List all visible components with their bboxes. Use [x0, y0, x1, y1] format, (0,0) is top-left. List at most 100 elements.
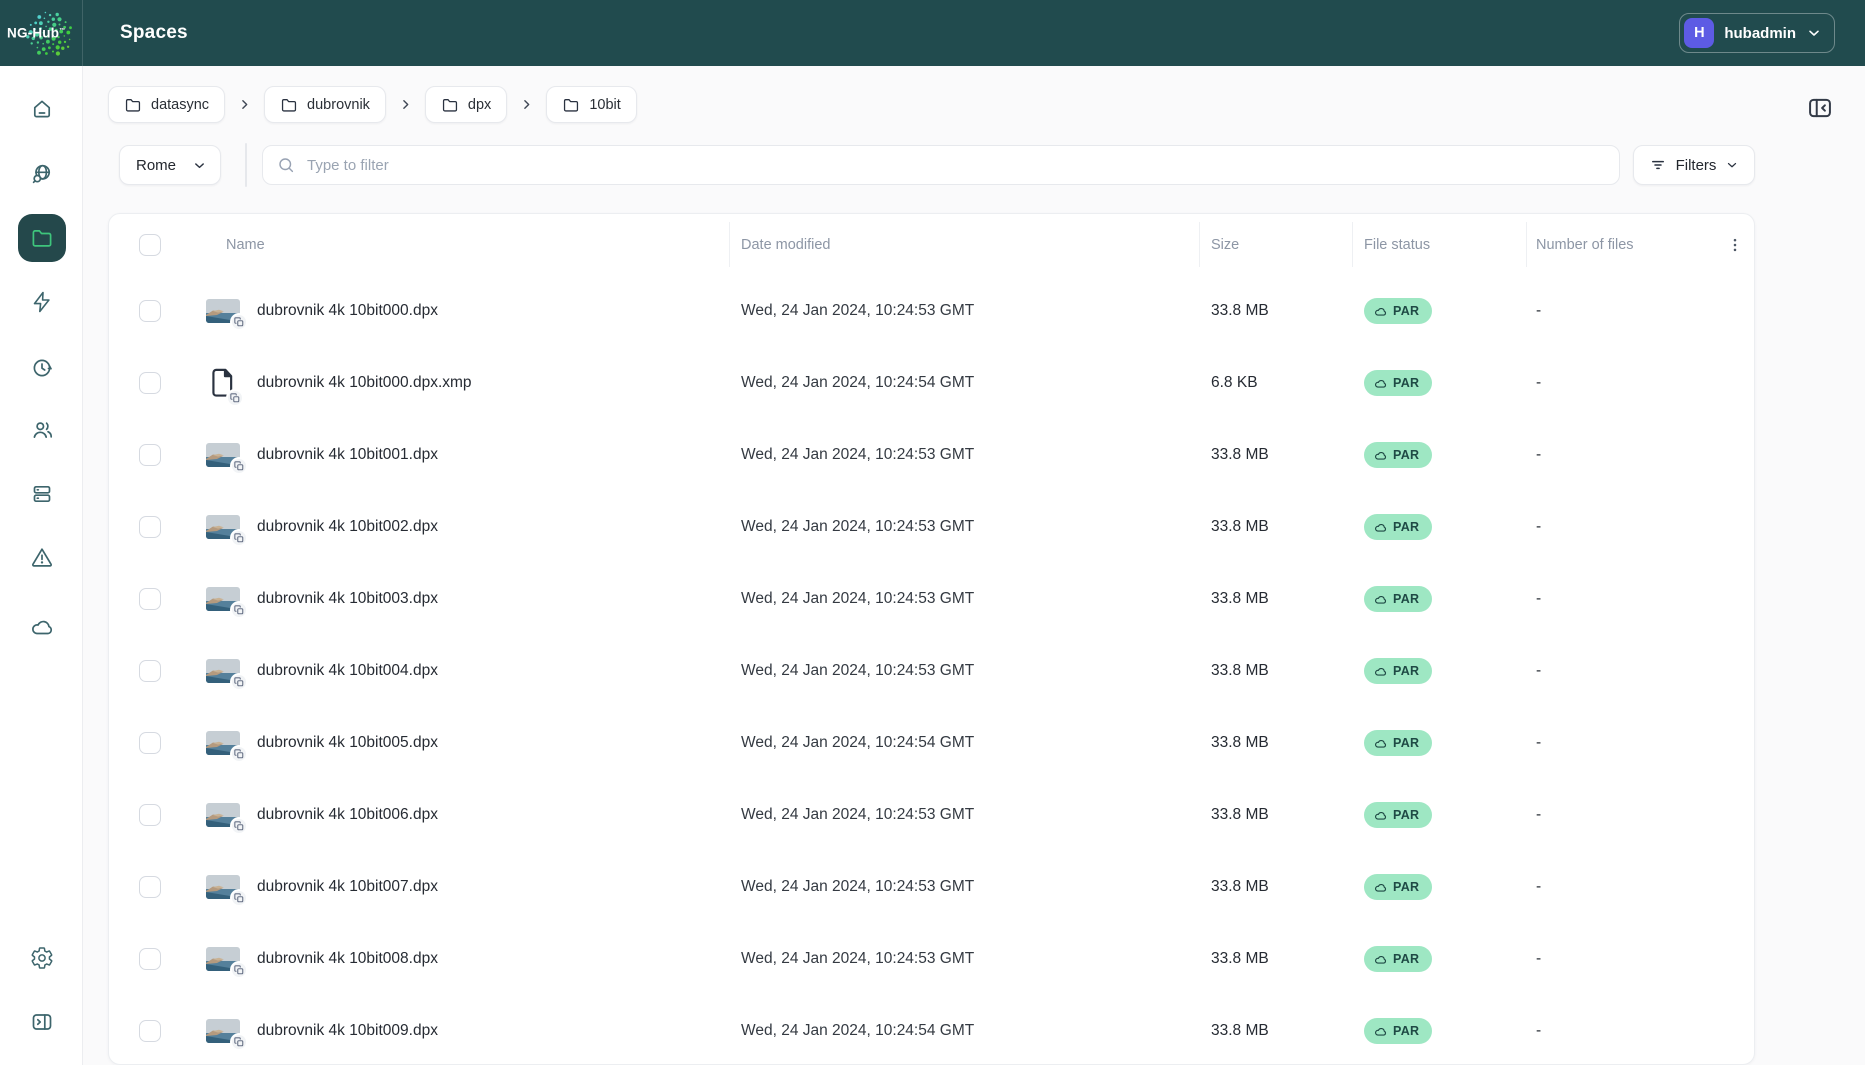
row-checkbox[interactable] [139, 444, 161, 466]
file-name[interactable]: dubrovnik 4k 10bit007.dpx [257, 878, 438, 896]
table-row[interactable]: dubrovnik 4k 10bit008.dpx Wed, 24 Jan 202… [109, 923, 1754, 995]
table-row[interactable]: dubrovnik 4k 10bit006.dpx Wed, 24 Jan 202… [109, 779, 1754, 851]
select-all-checkbox[interactable] [139, 233, 161, 256]
date-modified: Wed, 24 Jan 2024, 10:24:54 GMT [741, 734, 975, 751]
status-badge: PAR [1364, 658, 1433, 684]
sidebar-item-home[interactable] [30, 97, 54, 121]
table-row[interactable]: dubrovnik 4k 10bit001.dpx Wed, 24 Jan 202… [109, 419, 1754, 491]
file-name[interactable]: dubrovnik 4k 10bit004.dpx [257, 662, 438, 680]
row-checkbox[interactable] [139, 372, 161, 394]
row-checkbox[interactable] [139, 948, 161, 970]
table-row[interactable]: dubrovnik 4k 10bit000.dpx.xmp Wed, 24 Jan… [109, 347, 1754, 419]
column-header-size[interactable]: Size [1211, 237, 1239, 253]
sidebar-item-cloud[interactable] [30, 615, 54, 639]
copies-badge-icon [230, 961, 248, 979]
status-label: PAR [1393, 664, 1420, 678]
search-bar[interactable] [262, 145, 1620, 185]
table-row[interactable]: dubrovnik 4k 10bit004.dpx Wed, 24 Jan 202… [109, 635, 1754, 707]
status-label: PAR [1393, 448, 1420, 462]
sidebar-item-globe-search[interactable] [30, 162, 54, 186]
sidebar-item-alert-triangle[interactable] [30, 545, 54, 569]
cloud-icon [1374, 737, 1387, 750]
file-name[interactable]: dubrovnik 4k 10bit000.dpx.xmp [257, 374, 472, 392]
row-checkbox[interactable] [139, 876, 161, 898]
row-checkbox[interactable] [139, 660, 161, 682]
status-label: PAR [1393, 376, 1420, 390]
date-modified: Wed, 24 Jan 2024, 10:24:53 GMT [741, 662, 975, 679]
number-of-files: - [1536, 662, 1542, 679]
status-badge: PAR [1364, 802, 1433, 828]
home-icon [30, 97, 54, 121]
row-checkbox[interactable] [139, 804, 161, 826]
row-checkbox[interactable] [139, 588, 161, 610]
column-header-status[interactable]: File status [1364, 237, 1430, 253]
file-name[interactable]: dubrovnik 4k 10bit008.dpx [257, 950, 438, 968]
file-name[interactable]: dubrovnik 4k 10bit002.dpx [257, 518, 438, 536]
scope-selector-value: Rome [136, 156, 177, 174]
status-badge: PAR [1364, 946, 1433, 972]
search-input[interactable] [305, 155, 1605, 175]
breadcrumb-item-10bit[interactable]: 10bit [546, 86, 637, 123]
file-name[interactable]: dubrovnik 4k 10bit005.dpx [257, 734, 438, 752]
column-header-files[interactable]: Number of files [1536, 237, 1634, 253]
file-name[interactable]: dubrovnik 4k 10bit006.dpx [257, 806, 438, 824]
chevron-down-icon [1725, 158, 1739, 172]
file-name[interactable]: dubrovnik 4k 10bit003.dpx [257, 590, 438, 608]
sidebar-item-settings[interactable] [30, 946, 54, 970]
file-thumbnail [206, 443, 248, 475]
file-table: Name Date modified Size File status Numb… [108, 213, 1755, 1065]
row-checkbox[interactable] [139, 1020, 161, 1042]
column-header-name[interactable]: Name [226, 237, 265, 253]
status-label: PAR [1393, 1024, 1420, 1038]
table-row[interactable]: dubrovnik 4k 10bit002.dpx Wed, 24 Jan 202… [109, 491, 1754, 563]
sidebar-item-folder[interactable] [18, 214, 66, 262]
sidebar-item-history[interactable] [30, 356, 54, 380]
date-modified: Wed, 24 Jan 2024, 10:24:53 GMT [741, 446, 975, 463]
scope-selector[interactable]: Rome [119, 145, 221, 185]
status-label: PAR [1393, 736, 1420, 750]
chevron-down-icon [192, 158, 207, 173]
date-modified: Wed, 24 Jan 2024, 10:24:53 GMT [741, 518, 975, 535]
copies-badge-icon [230, 745, 248, 763]
table-row[interactable]: dubrovnik 4k 10bit005.dpx Wed, 24 Jan 202… [109, 707, 1754, 779]
file-size: 33.8 MB [1211, 806, 1269, 823]
file-name[interactable]: dubrovnik 4k 10bit001.dpx [257, 446, 438, 464]
user-menu[interactable]: H hubadmin [1679, 13, 1835, 53]
file-name[interactable]: dubrovnik 4k 10bit009.dpx [257, 1022, 438, 1040]
sidebar-item-collapse-panel[interactable] [30, 1010, 54, 1034]
cloud-icon [1374, 377, 1387, 390]
table-row[interactable]: dubrovnik 4k 10bit003.dpx Wed, 24 Jan 202… [109, 563, 1754, 635]
breadcrumb-item-dubrovnik[interactable]: dubrovnik [264, 86, 386, 123]
column-settings-button[interactable] [1721, 231, 1749, 259]
date-modified: Wed, 24 Jan 2024, 10:24:53 GMT [741, 590, 975, 607]
date-modified: Wed, 24 Jan 2024, 10:24:53 GMT [741, 302, 975, 319]
expand-panel-button[interactable] [1806, 94, 1834, 122]
file-size: 33.8 MB [1211, 1022, 1269, 1039]
status-badge: PAR [1364, 514, 1433, 540]
sidebar-item-storage[interactable] [30, 482, 54, 506]
row-checkbox[interactable] [139, 732, 161, 754]
breadcrumb-item-datasync[interactable]: datasync [108, 86, 226, 123]
row-checkbox[interactable] [139, 300, 161, 322]
user-name: hubadmin [1724, 24, 1796, 42]
table-row[interactable]: dubrovnik 4k 10bit009.dpx Wed, 24 Jan 202… [109, 995, 1754, 1064]
column-header-date[interactable]: Date modified [741, 237, 830, 253]
number-of-files: - [1536, 734, 1542, 751]
row-checkbox[interactable] [139, 516, 161, 538]
sidebar-item-users[interactable] [30, 418, 54, 442]
file-name[interactable]: dubrovnik 4k 10bit000.dpx [257, 302, 438, 320]
breadcrumb: datasync dubrovnik dpx 10bit [108, 86, 637, 123]
filter-icon [1649, 156, 1667, 174]
breadcrumb-item-dpx[interactable]: dpx [424, 86, 508, 123]
settings-icon [30, 946, 54, 970]
file-thumbnail [206, 515, 248, 547]
sidebar-item-zap[interactable] [30, 290, 54, 314]
table-row[interactable]: dubrovnik 4k 10bit000.dpx Wed, 24 Jan 202… [109, 275, 1754, 347]
status-badge: PAR [1364, 442, 1433, 468]
users-icon [30, 418, 54, 442]
table-row[interactable]: dubrovnik 4k 10bit007.dpx Wed, 24 Jan 202… [109, 851, 1754, 923]
filters-button[interactable]: Filters [1633, 145, 1755, 185]
cloud-icon [1374, 953, 1387, 966]
status-badge: PAR [1364, 1018, 1433, 1044]
number-of-files: - [1536, 374, 1542, 391]
